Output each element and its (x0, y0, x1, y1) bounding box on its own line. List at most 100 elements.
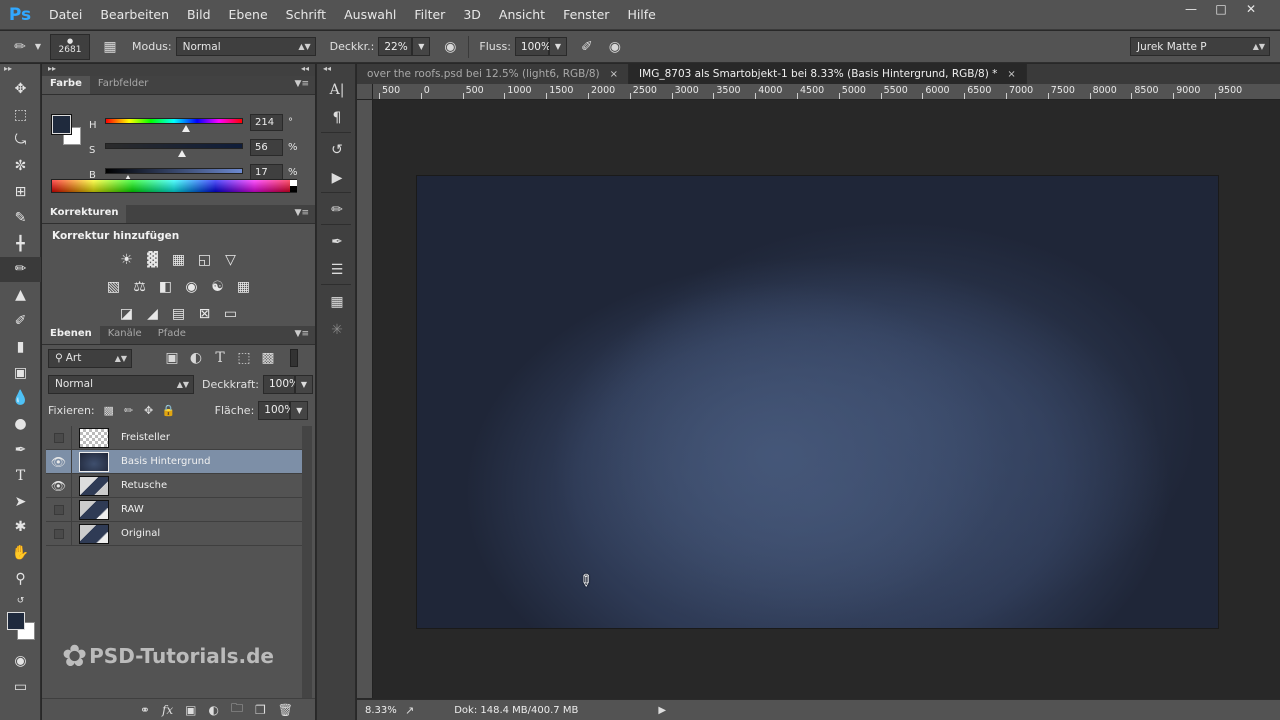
marquee-tool-icon[interactable]: ⬚ (0, 102, 41, 128)
panel-menu-icon[interactable]: ▼≡ (295, 79, 309, 89)
horizontal-ruler[interactable]: 500 0 500 1000 1500 2000 2500 3000 3500 4000 4500 5… (373, 84, 1280, 100)
tab-korrekturen[interactable]: Korrekturen (42, 205, 127, 223)
selective-color-icon[interactable]: ⊠ (195, 304, 215, 324)
invert-icon[interactable]: ◪ (117, 304, 137, 324)
brush-size-picker[interactable]: ● 2681 (50, 33, 90, 60)
menu-ebene[interactable]: Ebene (220, 7, 277, 22)
zoom-tool-icon[interactable]: ⚲ (0, 566, 41, 592)
document-image[interactable] (417, 176, 1218, 628)
pressure-opacity-icon[interactable]: ◉ (438, 35, 462, 59)
clone-source-icon[interactable]: ▦ (317, 288, 357, 316)
tool-presets-icon[interactable]: ✒ (317, 228, 357, 256)
opacity-dropdown[interactable]: ▼ (412, 37, 431, 56)
workspace-select[interactable]: Jurek Matte P ▲▼ (1130, 37, 1270, 56)
hue-thumb[interactable] (182, 125, 191, 132)
gradient-map-icon[interactable]: ▭ (221, 304, 241, 324)
brush-presets-icon[interactable]: ✏ (317, 196, 357, 224)
hue-input[interactable]: 214 (250, 114, 283, 131)
layer-row[interactable]: 👁 Retusche (46, 473, 303, 498)
history-brush-tool-icon[interactable]: ✐ (0, 308, 41, 334)
quick-selection-tool-icon[interactable]: ✼ (0, 153, 41, 179)
blur-tool-icon[interactable]: 💧 (0, 386, 41, 412)
layer-row[interactable]: 👁 Basis Hintergrund (46, 449, 303, 474)
canvas-area[interactable]: ✎ (374, 101, 1280, 698)
tab-kanaele[interactable]: Kanäle (100, 326, 150, 344)
actions-panel-icon[interactable]: ▶ (317, 164, 357, 192)
zoom-level[interactable]: 8.33% (357, 705, 397, 716)
saturation-slider[interactable] (105, 143, 243, 149)
tab-farbe[interactable]: Farbe (42, 76, 90, 94)
panel-menu-icon[interactable]: ▼≡ (295, 329, 309, 339)
play-icon[interactable]: ▶ (658, 705, 666, 716)
menu-datei[interactable]: Datei (40, 7, 91, 22)
airbrush-icon[interactable]: ✐ (575, 35, 599, 59)
swap-colors-icon[interactable]: ↺ (0, 592, 41, 610)
fill-input[interactable]: 100% (258, 400, 294, 420)
pixel-layer-filter-icon[interactable]: ▣ (160, 346, 184, 370)
link-icon[interactable]: ⚭ (140, 703, 150, 717)
vertical-ruler[interactable] (357, 100, 373, 698)
brush-preset-icon[interactable]: ✏ (8, 35, 32, 59)
maximize-icon[interactable]: □ (1206, 0, 1236, 18)
paragraph-panel-icon[interactable]: ¶ (317, 104, 357, 132)
layer-row[interactable]: Original (46, 521, 303, 546)
pressure-size-icon[interactable]: ◉ (603, 35, 627, 59)
foreground-color-swatch[interactable] (51, 114, 72, 135)
levels-icon[interactable]: ▓ (143, 250, 163, 270)
collapse-icon[interactable]: ▸▸ (0, 64, 40, 76)
dock-collapse-icon[interactable]: ◂◂ (317, 64, 355, 76)
shape-layer-filter-icon[interactable]: ⬚ (232, 346, 256, 370)
fx-icon[interactable]: fx (162, 703, 173, 717)
adjustment-layer-icon[interactable]: ◐ (209, 703, 219, 717)
pen-tool-icon[interactable]: ✒ (0, 437, 41, 463)
tab-ebenen[interactable]: Ebenen (42, 326, 100, 344)
posterize-icon[interactable]: ◢ (143, 304, 163, 324)
doc-tab-img8703[interactable]: IMG_8703 als Smartobjekt-1 bei 8.33% (Ba… (629, 64, 1027, 84)
smart-object-filter-icon[interactable]: ▩ (256, 346, 280, 370)
dodge-tool-icon[interactable]: ● (0, 411, 41, 437)
layer-row[interactable]: RAW (46, 497, 303, 522)
channel-mixer-icon[interactable]: ☯ (208, 277, 228, 297)
photo-filter-icon[interactable]: ◉ (182, 277, 202, 297)
path-selection-tool-icon[interactable]: ➤ (0, 489, 41, 515)
visibility-toggle[interactable] (46, 521, 72, 546)
lock-position-icon[interactable]: ✥ (139, 398, 159, 422)
layer-blend-select[interactable]: Normal ▲▼ (48, 374, 194, 394)
panel-menu-icon[interactable]: ▼≡ (295, 208, 309, 218)
doc-tab-roofs[interactable]: over the roofs.psd bei 12.5% (light6, RG… (357, 64, 630, 84)
layer-opacity-dropdown[interactable]: ▼ (295, 374, 313, 394)
lasso-tool-icon[interactable]: ⤿ (0, 128, 41, 154)
eraser-tool-icon[interactable]: ▮ (0, 334, 41, 360)
brightness-slider[interactable] (105, 168, 243, 174)
brightness-contrast-icon[interactable]: ☀ (117, 250, 137, 270)
menu-bearbeiten[interactable]: Bearbeiten (91, 7, 178, 22)
visibility-toggle[interactable]: 👁 (46, 449, 72, 474)
lock-all-icon[interactable]: 🔒 (159, 398, 179, 422)
foreground-color-swatch[interactable] (7, 611, 25, 630)
chevron-down-icon[interactable]: ▼ (32, 35, 44, 59)
tab-farbfelder[interactable]: Farbfelder (90, 76, 156, 94)
crop-tool-icon[interactable]: ⊞ (0, 179, 41, 205)
filter-toggle[interactable] (290, 349, 298, 367)
trash-icon[interactable]: 🗑 (278, 703, 293, 717)
new-layer-icon[interactable]: ❐ (255, 703, 266, 717)
mask-icon[interactable]: ▣ (185, 703, 196, 717)
hue-saturation-icon[interactable]: ▧ (104, 277, 124, 297)
layer-opacity-input[interactable]: 100% (263, 374, 299, 394)
gradient-tool-icon[interactable]: ▣ (0, 360, 41, 386)
panel-collapse-bar[interactable]: ▸▸ ◂◂ (42, 64, 315, 76)
healing-brush-tool-icon[interactable]: ╋ (0, 231, 41, 257)
layer-filter-select[interactable]: ⚲ Art ▲▼ (48, 348, 132, 368)
menu-bild[interactable]: Bild (178, 7, 219, 22)
black-white-icon[interactable]: ◧ (156, 277, 176, 297)
stamp-tool-icon[interactable]: ▲ (0, 282, 41, 308)
flow-input[interactable]: 100% (514, 37, 551, 56)
exposure-icon[interactable]: ◱ (195, 250, 215, 270)
spectrum-black-white[interactable] (290, 180, 297, 192)
menu-ansicht[interactable]: Ansicht (490, 7, 554, 22)
visibility-toggle[interactable] (46, 497, 72, 522)
color-balance-icon[interactable]: ⚖ (130, 277, 150, 297)
type-tool-icon[interactable]: T (0, 463, 41, 489)
minimize-icon[interactable]: — (1176, 0, 1206, 18)
lock-pixels-icon[interactable]: ✏ (119, 398, 139, 422)
